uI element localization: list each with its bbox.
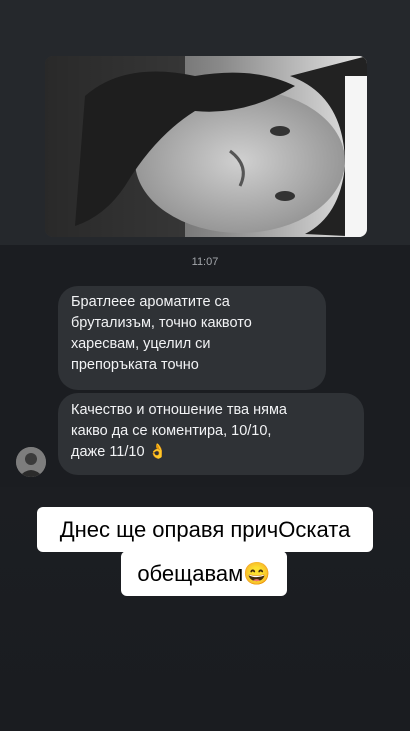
- avatar-image: [16, 447, 46, 477]
- message-bubble[interactable]: Братлеее ароматите са брутализъм, точно …: [58, 286, 326, 390]
- story-screen: 11:07 Братлеее ароматите са брутализъм, …: [0, 0, 410, 731]
- chat-screenshot: 11:07 Братлеее ароматите са брутализъм, …: [0, 0, 410, 487]
- sender-avatar[interactable]: [16, 447, 46, 477]
- message-line: брутализъм, точно каквото: [71, 315, 252, 331]
- message-line: харесвам, уцелил си: [71, 336, 211, 352]
- message-line: препоръката точно: [71, 357, 199, 373]
- caption-line: обещавам😄: [121, 551, 287, 596]
- caption-line: Днес ще оправя причОската: [37, 507, 373, 552]
- photo-message[interactable]: [45, 56, 367, 237]
- message-bubble[interactable]: Качество и отношение тва няма какво да с…: [58, 393, 364, 475]
- message-line: Качество и отношение тва няма: [71, 402, 287, 418]
- photo-image: [45, 56, 367, 237]
- message-line: даже 11/10 👌: [71, 444, 167, 460]
- message-timestamp: 11:07: [191, 256, 219, 268]
- message-line: какво да се коментира, 10/10,: [71, 423, 272, 439]
- message-line: Братлеее ароматите са: [71, 294, 230, 310]
